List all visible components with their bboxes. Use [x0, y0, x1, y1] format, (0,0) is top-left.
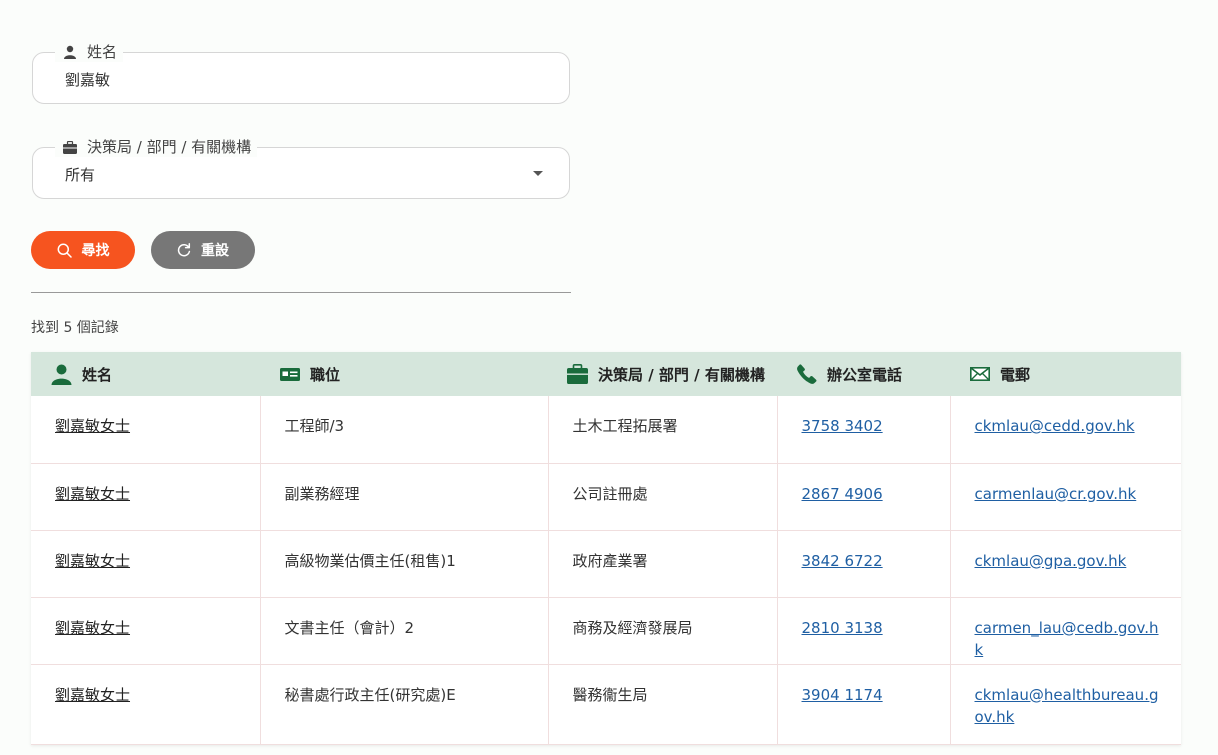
- header-department: 決策局 / 部門 / 有關機構: [548, 352, 777, 396]
- person-name-link[interactable]: 劉嘉敏女士: [55, 619, 130, 637]
- cell-department: 醫務衞生局: [548, 664, 778, 745]
- name-field-label: 姓名: [87, 43, 118, 61]
- table-row: 劉嘉敏女士 工程師/3 土木工程拓展署 3758 3402 ckmlau@ced…: [31, 396, 1181, 464]
- email-link[interactable]: carmen_lau@cedb.gov.hk: [975, 619, 1159, 659]
- briefcase-icon: [567, 364, 588, 384]
- email-link[interactable]: ckmlau@cedd.gov.hk: [975, 417, 1135, 435]
- search-button[interactable]: 尋找: [31, 231, 135, 269]
- header-email: 電郵: [950, 352, 1181, 396]
- reset-button-label: 重設: [201, 243, 229, 259]
- cell-department: 公司註冊處: [548, 463, 778, 531]
- briefcase-icon: [63, 140, 77, 154]
- cell-email: carmenlau@cr.gov.hk: [950, 463, 1181, 531]
- person-name-link[interactable]: 劉嘉敏女士: [55, 417, 130, 435]
- department-selected-value: 所有: [65, 166, 96, 184]
- cell-post: 高級物業估價主任(租售)1: [260, 530, 549, 598]
- cell-post: 秘書處行政主任(研究處)E: [260, 664, 549, 745]
- search-icon: [57, 243, 72, 258]
- reset-button[interactable]: 重設: [151, 231, 255, 269]
- table-header-row: 姓名 職位 決策局 / 部門 / 有關機構 辦公室電話 電郵: [31, 352, 1181, 396]
- cell-phone: 2867 4906: [777, 463, 951, 531]
- cell-name: 劉嘉敏女士: [31, 463, 261, 531]
- cell-email: ckmlau@healthbureau.gov.hk: [950, 664, 1181, 745]
- cell-post: 工程師/3: [260, 396, 549, 464]
- header-name: 姓名: [31, 352, 260, 396]
- name-field-legend: 姓名: [55, 42, 124, 62]
- cell-department: 商務及經濟發展局: [548, 597, 778, 665]
- header-name-label: 姓名: [82, 365, 113, 384]
- chevron-down-icon[interactable]: [533, 171, 543, 176]
- name-input-value[interactable]: 劉嘉敏: [65, 69, 110, 90]
- department-field-label: 決策局 / 部門 / 有關機構: [87, 138, 252, 156]
- phone-link[interactable]: 3758 3402: [802, 417, 883, 435]
- phone-link[interactable]: 3904 1174: [802, 686, 883, 704]
- cell-post: 副業務經理: [260, 463, 549, 531]
- header-department-label: 決策局 / 部門 / 有關機構: [598, 365, 765, 384]
- table-row: 劉嘉敏女士 高級物業估價主任(租售)1 政府產業署 3842 6722 ckml…: [31, 530, 1181, 598]
- cell-phone: 3842 6722: [777, 530, 951, 598]
- cell-post: 文書主任（會計）2: [260, 597, 549, 665]
- cell-name: 劉嘉敏女士: [31, 664, 261, 745]
- table-row: 劉嘉敏女士 副業務經理 公司註冊處 2867 4906 carmenlau@cr…: [31, 463, 1181, 531]
- email-link[interactable]: ckmlau@healthbureau.gov.hk: [975, 686, 1159, 726]
- result-count: 找到 5 個記錄: [31, 320, 119, 336]
- cell-name: 劉嘉敏女士: [31, 597, 261, 665]
- header-post-label: 職位: [310, 365, 341, 384]
- header-email-label: 電郵: [1000, 365, 1031, 384]
- divider: [31, 292, 571, 293]
- email-link[interactable]: ckmlau@gpa.gov.hk: [975, 552, 1127, 570]
- cell-department: 政府產業署: [548, 530, 778, 598]
- person-name-link[interactable]: 劉嘉敏女士: [55, 485, 130, 503]
- table-row: 劉嘉敏女士 文書主任（會計）2 商務及經濟發展局 2810 3138 carme…: [31, 597, 1181, 665]
- header-phone-label: 辦公室電話: [827, 365, 903, 384]
- table-row: 劉嘉敏女士 秘書處行政主任(研究處)E 醫務衞生局 3904 1174 ckml…: [31, 664, 1181, 745]
- person-icon: [51, 364, 72, 385]
- phone-link[interactable]: 3842 6722: [802, 552, 883, 570]
- cell-department: 土木工程拓展署: [548, 396, 778, 464]
- cell-phone: 3904 1174: [777, 664, 951, 745]
- results-table: 姓名 職位 決策局 / 部門 / 有關機構 辦公室電話 電郵 劉嘉敏女士 工程師…: [31, 352, 1181, 745]
- refresh-icon: [177, 243, 191, 257]
- cell-phone: 2810 3138: [777, 597, 951, 665]
- header-phone: 辦公室電話: [777, 352, 950, 396]
- phone-link[interactable]: 2867 4906: [802, 485, 883, 503]
- phone-icon: [797, 364, 817, 384]
- phone-link[interactable]: 2810 3138: [802, 619, 883, 637]
- header-post: 職位: [260, 352, 548, 396]
- person-name-link[interactable]: 劉嘉敏女士: [55, 552, 130, 570]
- search-button-label: 尋找: [81, 243, 110, 259]
- cell-email: carmen_lau@cedb.gov.hk: [950, 597, 1181, 665]
- name-field[interactable]: 姓名 劉嘉敏: [32, 42, 570, 104]
- cell-email: ckmlau@gpa.gov.hk: [950, 530, 1181, 598]
- department-select[interactable]: 決策局 / 部門 / 有關機構 所有: [32, 137, 570, 199]
- cell-name: 劉嘉敏女士: [31, 530, 261, 598]
- person-name-link[interactable]: 劉嘉敏女士: [55, 686, 130, 704]
- department-field-legend: 決策局 / 部門 / 有關機構: [55, 137, 258, 157]
- envelope-icon: [970, 367, 990, 381]
- cell-email: ckmlau@cedd.gov.hk: [950, 396, 1181, 464]
- cell-phone: 3758 3402: [777, 396, 951, 464]
- id-card-icon: [280, 367, 300, 381]
- cell-name: 劉嘉敏女士: [31, 396, 261, 464]
- email-link[interactable]: carmenlau@cr.gov.hk: [975, 485, 1137, 503]
- person-icon: [64, 45, 76, 59]
- directory-search-page: 姓名 劉嘉敏 決策局 / 部門 / 有關機構 所有 尋找 重設 找到 5 個記錄…: [0, 0, 1218, 755]
